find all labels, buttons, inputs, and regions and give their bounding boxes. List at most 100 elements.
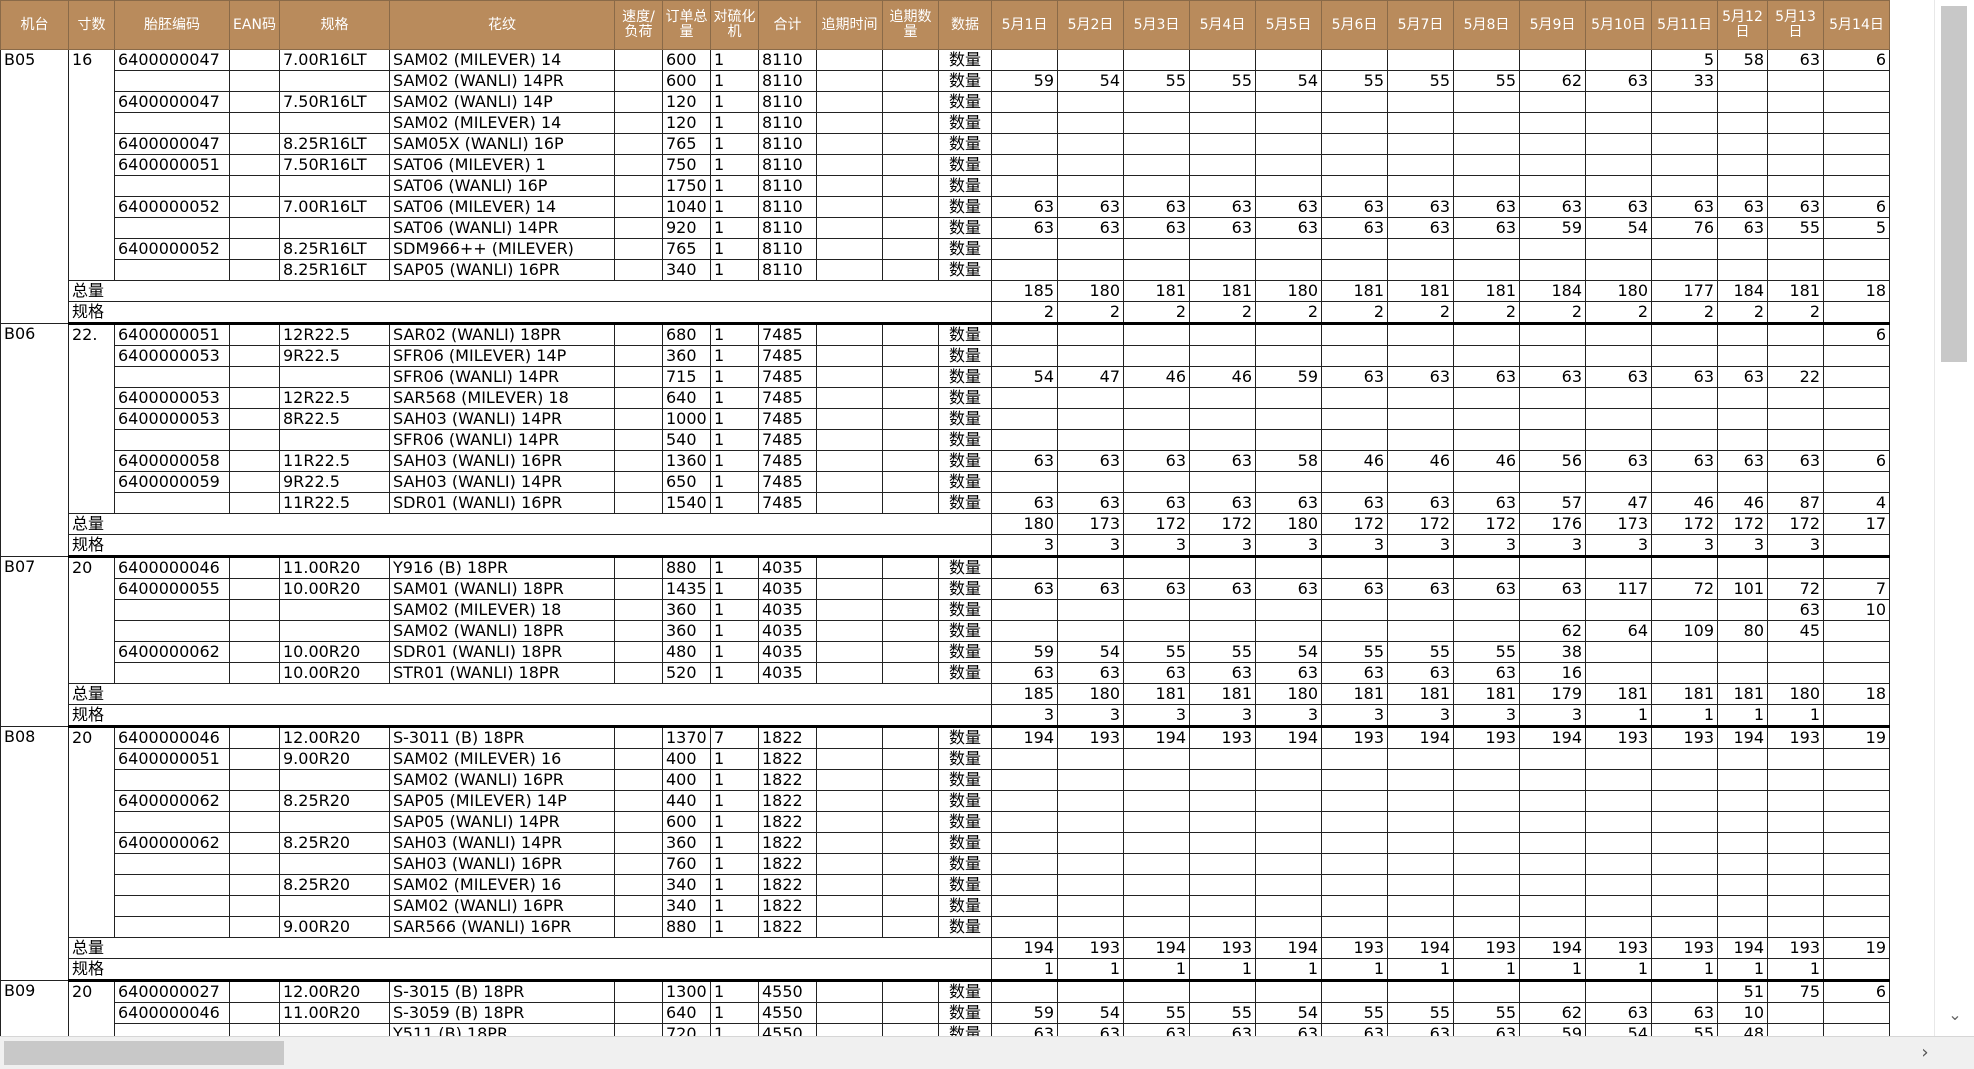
day-value-cell[interactable] (1189, 471, 1256, 493)
day-value-cell[interactable]: 47 (1585, 492, 1652, 514)
speed-load-cell[interactable] (614, 1023, 663, 1036)
day-value-cell[interactable] (1585, 916, 1652, 938)
day-value-cell[interactable]: 63 (1387, 492, 1454, 514)
day-value-cell[interactable] (1123, 154, 1190, 176)
total-cell[interactable]: 7485 (758, 429, 817, 451)
total-value-cell[interactable]: 180 (1255, 280, 1322, 302)
day-value-cell[interactable] (1717, 874, 1768, 896)
day-value-cell[interactable] (1057, 748, 1124, 770)
spec-cell[interactable]: 8.25R16LT (279, 259, 390, 281)
day-value-cell[interactable]: 51 (1717, 980, 1768, 1003)
column-header[interactable]: 机台 (0, 0, 69, 50)
day-value-cell[interactable] (1123, 49, 1190, 71)
total-value-cell[interactable]: 181 (1387, 683, 1454, 705)
day-value-cell[interactable]: 63 (1767, 49, 1824, 71)
day-value-cell[interactable]: 6 (1823, 323, 1890, 346)
day-value-cell[interactable] (991, 832, 1058, 854)
day-value-cell[interactable] (991, 769, 1058, 791)
chase-qty-cell[interactable] (882, 556, 939, 579)
vertical-scroll-thumb[interactable] (1941, 6, 1967, 362)
pattern-cell[interactable]: SAM02 (MILEVER) 16 (389, 748, 615, 770)
day-value-cell[interactable] (1123, 916, 1190, 938)
column-header[interactable]: 5月4日 (1189, 0, 1256, 50)
day-value-cell[interactable] (1651, 811, 1718, 833)
chase-qty-cell[interactable] (882, 49, 939, 71)
day-value-cell[interactable] (1453, 323, 1520, 346)
day-value-cell[interactable] (1123, 874, 1190, 896)
day-value-cell[interactable]: 55 (1321, 70, 1388, 92)
day-value-cell[interactable]: 194 (1717, 726, 1768, 749)
day-value-cell[interactable] (1823, 112, 1890, 134)
chase-time-cell[interactable] (816, 726, 883, 749)
total-label-cell[interactable]: 总量 (68, 937, 992, 959)
day-value-cell[interactable]: 63 (1057, 662, 1124, 684)
chase-qty-cell[interactable] (882, 1002, 939, 1024)
total-cell[interactable]: 8110 (758, 91, 817, 113)
day-value-cell[interactable] (1387, 238, 1454, 260)
spec-count-value-cell[interactable]: 1 (1767, 958, 1824, 982)
day-value-cell[interactable] (1057, 599, 1124, 621)
spec-count-value-cell[interactable] (1823, 534, 1890, 558)
day-value-cell[interactable]: 48 (1717, 1023, 1768, 1036)
day-value-cell[interactable] (991, 345, 1058, 367)
day-value-cell[interactable] (1387, 853, 1454, 875)
data-label-cell[interactable]: 数量 (938, 345, 992, 367)
total-value-cell[interactable]: 184 (1519, 280, 1586, 302)
blank-code-cell[interactable] (114, 429, 230, 451)
speed-load-cell[interactable] (614, 217, 663, 239)
day-value-cell[interactable] (1585, 133, 1652, 155)
speed-load-cell[interactable] (614, 345, 663, 367)
day-value-cell[interactable] (1717, 408, 1768, 430)
data-label-cell[interactable]: 数量 (938, 790, 992, 812)
day-value-cell[interactable] (1717, 556, 1768, 579)
vulcanizer-cell[interactable]: 1 (710, 641, 759, 663)
pattern-cell[interactable]: SAH03 (WANLI) 14PR (389, 832, 615, 854)
chase-time-cell[interactable] (816, 323, 883, 346)
chase-time-cell[interactable] (816, 599, 883, 621)
blank-code-cell[interactable] (114, 916, 230, 938)
chase-time-cell[interactable] (816, 492, 883, 514)
speed-load-cell[interactable] (614, 238, 663, 260)
day-value-cell[interactable] (1123, 345, 1190, 367)
day-value-cell[interactable] (1767, 408, 1824, 430)
vulcanizer-cell[interactable]: 1 (710, 238, 759, 260)
day-value-cell[interactable]: 193 (1453, 726, 1520, 749)
order-total-cell[interactable]: 600 (662, 70, 711, 92)
vulcanizer-cell[interactable]: 1 (710, 832, 759, 854)
day-value-cell[interactable] (1717, 748, 1768, 770)
day-value-cell[interactable]: 63 (1585, 450, 1652, 472)
blank-code-cell[interactable] (114, 259, 230, 281)
total-value-cell[interactable]: 181 (1651, 683, 1718, 705)
pattern-cell[interactable]: SAT06 (WANLI) 14PR (389, 217, 615, 239)
day-value-cell[interactable] (1123, 259, 1190, 281)
order-total-cell[interactable]: 120 (662, 91, 711, 113)
day-value-cell[interactable] (1585, 387, 1652, 409)
total-value-cell[interactable]: 181 (1123, 280, 1190, 302)
total-cell[interactable]: 7485 (758, 471, 817, 493)
column-header[interactable]: 胎胚编码 (114, 0, 230, 50)
data-label-cell[interactable]: 数量 (938, 450, 992, 472)
ean-cell[interactable] (229, 578, 280, 600)
spec-count-value-cell[interactable]: 1 (1767, 704, 1824, 728)
order-total-cell[interactable]: 360 (662, 599, 711, 621)
chase-time-cell[interactable] (816, 450, 883, 472)
day-value-cell[interactable] (1717, 259, 1768, 281)
order-total-cell[interactable]: 340 (662, 874, 711, 896)
total-cell[interactable]: 4035 (758, 556, 817, 579)
total-value-cell[interactable]: 194 (1255, 937, 1322, 959)
spec-count-value-cell[interactable]: 3 (1453, 534, 1520, 558)
ean-cell[interactable] (229, 366, 280, 388)
day-value-cell[interactable] (1189, 556, 1256, 579)
day-value-cell[interactable] (1123, 853, 1190, 875)
day-value-cell[interactable] (1585, 175, 1652, 197)
chase-qty-cell[interactable] (882, 70, 939, 92)
spec-count-value-cell[interactable] (1823, 704, 1890, 728)
blank-code-cell[interactable] (114, 217, 230, 239)
chase-qty-cell[interactable] (882, 259, 939, 281)
day-value-cell[interactable]: 63 (1767, 450, 1824, 472)
data-label-cell[interactable]: 数量 (938, 895, 992, 917)
speed-load-cell[interactable] (614, 769, 663, 791)
day-value-cell[interactable] (1057, 769, 1124, 791)
order-total-cell[interactable]: 520 (662, 662, 711, 684)
day-value-cell[interactable] (1717, 662, 1768, 684)
